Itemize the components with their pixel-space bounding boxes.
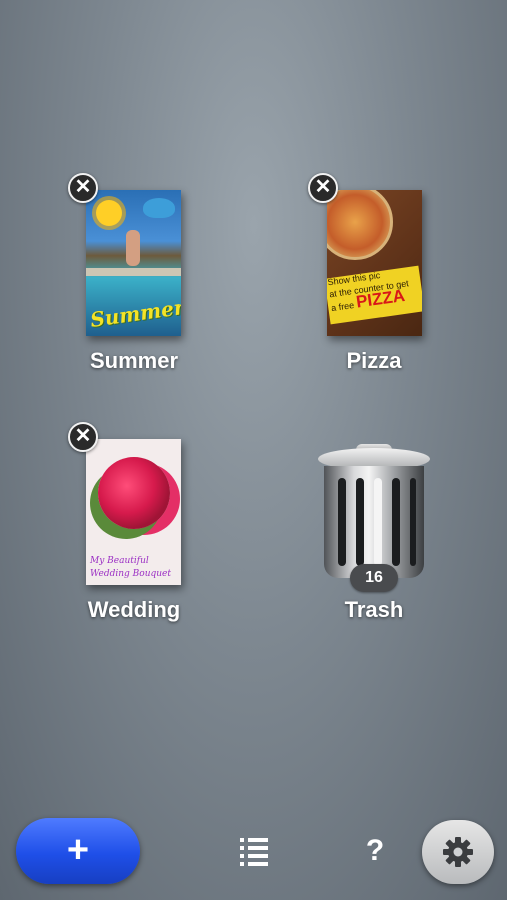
person-figure xyxy=(126,230,140,266)
sun-icon xyxy=(96,200,122,226)
trash-slat xyxy=(338,478,346,566)
delete-summer-button[interactable]: ✕ xyxy=(68,173,98,203)
close-icon: ✕ xyxy=(74,176,92,198)
delete-wedding-button[interactable]: ✕ xyxy=(68,422,98,452)
trash-slat xyxy=(410,478,416,566)
gear-icon xyxy=(443,837,473,867)
trash-label: Trash xyxy=(344,597,404,622)
trash-count-badge: 16 xyxy=(350,564,398,592)
wedding-label: Wedding xyxy=(87,597,181,622)
fence xyxy=(86,268,181,276)
add-button[interactable]: + xyxy=(16,818,140,884)
summer-label: Summer xyxy=(89,348,179,373)
list-icon[interactable] xyxy=(240,838,270,866)
settings-button[interactable] xyxy=(422,820,494,884)
wedding-thumbnail[interactable]: My Beautiful Wedding Bouquet xyxy=(86,439,181,585)
pizza-label: Pizza xyxy=(346,348,402,373)
flower-bouquet-image xyxy=(98,457,170,529)
pizza-thumbnail[interactable]: Show this pic at the counter to get a fr… xyxy=(327,190,422,336)
wedding-thumbnail-text: My Beautiful Wedding Bouquet xyxy=(90,556,171,579)
close-icon: ✕ xyxy=(314,176,332,198)
trash-slat xyxy=(356,478,364,566)
delete-pizza-button[interactable]: ✕ xyxy=(308,173,338,203)
dolphin-icon xyxy=(143,198,175,218)
summer-thumbnail[interactable]: Summer xyxy=(86,190,181,336)
help-button[interactable]: ? xyxy=(356,832,394,870)
trash-slat xyxy=(392,478,400,566)
close-icon: ✕ xyxy=(74,425,92,447)
trash-slat xyxy=(374,478,382,566)
